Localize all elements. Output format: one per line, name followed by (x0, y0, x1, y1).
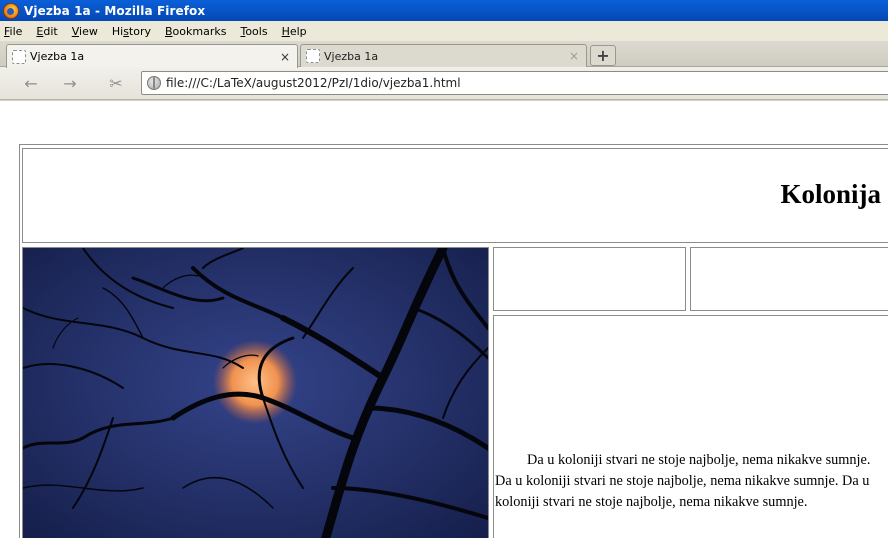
menu-view[interactable]: View (72, 25, 98, 38)
page-content: Kolonija Da u koloniji stvari ne stoje n… (0, 101, 888, 538)
back-button[interactable]: ← (21, 75, 41, 93)
close-tab-icon[interactable]: × (566, 49, 582, 63)
firefox-logo-icon (3, 2, 19, 19)
address-url[interactable]: file:///C:/LaTeX/august2012/PzI/1dio/vje… (166, 76, 461, 90)
tab-vjezba-1a[interactable]: Vjezba 1a × (300, 44, 587, 67)
menu-history[interactable]: History (112, 25, 151, 38)
address-bar[interactable]: file:///C:/LaTeX/august2012/PzI/1dio/vje… (141, 71, 888, 95)
header-cell: Kolonija (22, 148, 888, 243)
navigation-toolbar: ← → ✂ file:///C:/LaTeX/august2012/PzI/1d… (0, 67, 888, 100)
text-cell: Da u koloniji stvari ne stoje najbolje, … (493, 315, 888, 538)
menu-help[interactable]: Help (282, 25, 307, 38)
menu-edit[interactable]: Edit (36, 25, 57, 38)
window-title-bar: Vjezba 1a - Mozilla Firefox (0, 0, 888, 21)
body-paragraph: Da u koloniji stvari ne stoje najbolje, … (495, 452, 871, 510)
page-icon (306, 49, 320, 63)
forward-button[interactable]: → (60, 75, 80, 93)
menu-bar: File Edit View History Bookmarks Tools H… (0, 21, 888, 41)
tab-label: Vjezba 1a (324, 49, 379, 63)
site-identity-icon[interactable] (147, 76, 161, 90)
tools-icon[interactable]: ✂ (106, 75, 126, 93)
moon-branches-photo (23, 248, 488, 538)
moon-branches-image (22, 247, 489, 538)
page-heading: Kolonija (780, 179, 881, 209)
close-tab-icon[interactable]: × (277, 50, 293, 64)
menu-bookmarks[interactable]: Bookmarks (165, 25, 226, 38)
tab-label: Vjezba 1a (30, 50, 85, 63)
tab-vjezba-1a-active[interactable]: Vjezba 1a × (6, 44, 298, 68)
page-icon (12, 49, 26, 64)
new-tab-button[interactable]: + (590, 45, 616, 66)
window-title: Vjezba 1a - Mozilla Firefox (24, 3, 206, 18)
menu-file[interactable]: File (4, 25, 22, 38)
empty-cell (690, 247, 888, 311)
tab-strip: Vjezba 1a × Vjezba 1a × + (0, 41, 888, 68)
empty-cell (493, 247, 686, 311)
menu-tools[interactable]: Tools (240, 25, 267, 38)
